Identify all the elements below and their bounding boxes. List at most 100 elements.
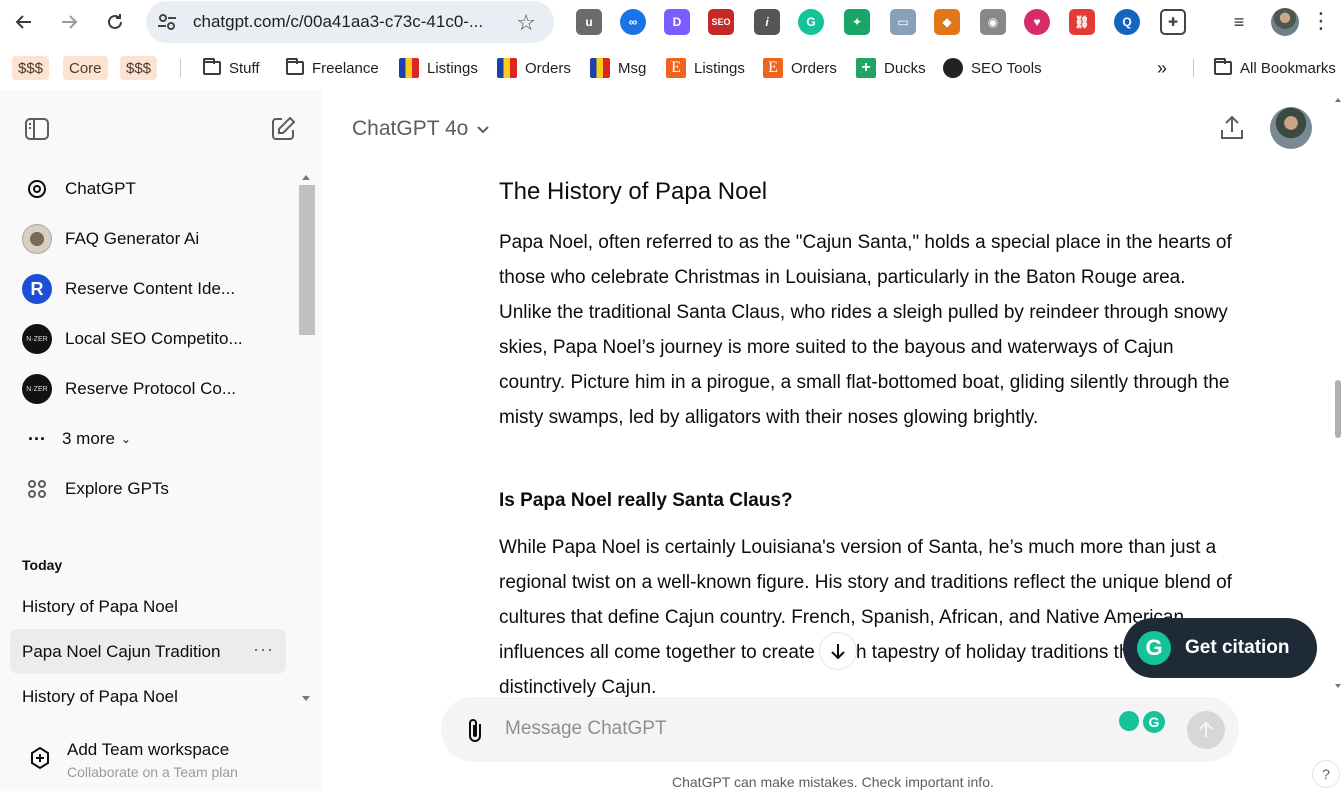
sheets-icon: + xyxy=(856,58,876,78)
bookmark-folder-stuff[interactable]: Stuff xyxy=(203,56,260,80)
brand-logo-icon: N·ZER xyxy=(22,374,52,404)
globe-icon xyxy=(943,58,963,78)
metamask-extension-icon[interactable]: ◆ xyxy=(934,9,960,35)
bookmark-etsy-orders[interactable]: E Orders xyxy=(763,56,837,80)
search-extension-icon[interactable]: Q xyxy=(1114,9,1140,35)
bookmark-chip-1[interactable]: $$$ xyxy=(12,56,50,80)
scroll-to-bottom-button[interactable] xyxy=(819,632,857,670)
bookmark-chip-core[interactable]: Core xyxy=(63,56,108,80)
grammarly-extension-icon[interactable]: G xyxy=(798,9,824,35)
message-composer: Message ChatGPT G xyxy=(441,697,1239,762)
bookmark-folder-freelance[interactable]: Freelance xyxy=(286,56,379,80)
folder-icon xyxy=(203,58,221,75)
arrow-left-icon xyxy=(15,15,31,29)
bookmark-listings[interactable]: Listings xyxy=(399,56,478,80)
all-bookmarks-button[interactable]: All Bookmarks xyxy=(1214,56,1336,80)
sidebar-item-reserve-protocol[interactable]: N·ZER Reserve Protocol Co... xyxy=(22,374,236,404)
bookmark-separator xyxy=(180,59,181,77)
bookmark-orders[interactable]: Orders xyxy=(497,56,571,80)
more-options-icon[interactable]: ··· xyxy=(253,639,274,660)
browser-toolbar: chatgpt.com/c/00a41aa3-c73c-41c0-... ☆ u… xyxy=(0,0,1344,45)
puzzle-extensions-icon[interactable]: ✚ xyxy=(1160,9,1186,35)
user-avatar[interactable] xyxy=(1270,107,1312,149)
info-extension-icon[interactable]: i xyxy=(754,9,780,35)
share-icon[interactable] xyxy=(1218,114,1246,142)
bookmark-star-icon[interactable]: ☆ xyxy=(516,10,536,36)
folder-icon xyxy=(286,58,304,75)
sidebar-item-reserve-content[interactable]: R Reserve Content Ide... xyxy=(22,274,235,304)
folder-icon xyxy=(1214,58,1232,75)
history-item[interactable]: History of Papa Noel xyxy=(10,584,286,629)
sidebar-item-faq-generator[interactable]: FAQ Generator Ai xyxy=(22,224,199,254)
chat-main: ChatGPT 4o The History of Papa Noel Papa… xyxy=(322,90,1344,791)
broken-link-extension-icon[interactable]: ⛓ xyxy=(1069,9,1095,35)
grid-icon xyxy=(22,474,52,504)
openai-logo-icon xyxy=(22,174,52,204)
media-control-icon[interactable]: ≡ xyxy=(1226,9,1252,35)
grammarly-icon: G xyxy=(1143,711,1165,733)
bulb-icon xyxy=(1119,711,1139,731)
bookmark-separator xyxy=(1193,59,1194,77)
get-citation-button[interactable]: G Get citation xyxy=(1123,618,1317,678)
site-settings-icon[interactable] xyxy=(156,11,178,33)
chevron-down-icon xyxy=(477,126,490,134)
sidebar-item-explore-gpts[interactable]: Explore GPTs xyxy=(22,474,169,504)
reload-icon xyxy=(108,14,122,29)
disclaimer-text: ChatGPT can make mistakes. Check importa… xyxy=(672,774,994,790)
ellipsis-icon: ··· xyxy=(28,428,46,449)
message-input[interactable]: Message ChatGPT xyxy=(505,718,667,740)
sidebar-scroll-thumb[interactable] xyxy=(299,185,315,335)
arrow-down-icon xyxy=(831,644,845,660)
camera-extension-icon[interactable]: ◉ xyxy=(980,9,1006,35)
sidebar-toggle-icon[interactable] xyxy=(24,116,50,142)
ublock-extension-icon[interactable]: u xyxy=(576,9,602,35)
favicon-icon xyxy=(399,58,419,78)
forward-button[interactable] xyxy=(53,6,85,38)
history-item-active[interactable]: Papa Noel Cajun Tradition ··· xyxy=(10,629,286,674)
favicon-icon xyxy=(497,58,517,78)
message-subheading: Is Papa Noel really Santa Claus? xyxy=(499,490,793,511)
history-section-label: Today xyxy=(22,557,63,573)
grammarly-widget[interactable]: G xyxy=(1119,711,1165,735)
arrow-right-icon xyxy=(62,15,78,29)
brand-logo-icon: N·ZER xyxy=(22,324,52,354)
message-paragraph: Papa Noel, often referred to as the "Caj… xyxy=(499,232,1232,428)
send-button[interactable] xyxy=(1187,711,1225,749)
sidebar: ChatGPT FAQ Generator Ai R Reserve Conte… xyxy=(0,90,322,791)
favicon-icon xyxy=(590,58,610,78)
profile-avatar[interactable] xyxy=(1271,8,1299,36)
dino-extension-icon[interactable]: ✦ xyxy=(844,9,870,35)
tree-avatar-icon xyxy=(22,224,52,254)
seo-extension-icon[interactable]: SEO xyxy=(708,9,734,35)
address-bar[interactable]: chatgpt.com/c/00a41aa3-c73c-41c0-... ☆ xyxy=(146,1,554,43)
page-scroll-arrows-icon[interactable] xyxy=(1333,94,1344,694)
bookmarks-overflow-button[interactable]: » xyxy=(1157,56,1167,80)
sidebar-item-chatgpt[interactable]: ChatGPT xyxy=(22,174,136,204)
etsy-icon: E xyxy=(666,58,686,78)
message-paragraph: While Papa Noel is certainly Louisiana's… xyxy=(499,537,1232,698)
bookmarks-bar: $$$ Core $$$ Stuff Freelance Listings Or… xyxy=(0,45,1344,90)
d-extension-icon[interactable]: D xyxy=(664,9,690,35)
bookmark-etsy-listings[interactable]: E Listings xyxy=(666,56,745,80)
browser-menu-icon[interactable]: ⋮ xyxy=(1310,8,1332,34)
window-extension-icon[interactable]: ▭ xyxy=(890,9,916,35)
heart-extension-icon[interactable]: ♥ xyxy=(1024,9,1050,35)
arrow-up-icon xyxy=(1199,721,1213,737)
help-button[interactable]: ? xyxy=(1312,760,1340,788)
link-extension-icon[interactable]: ∞ xyxy=(620,9,646,35)
new-chat-icon[interactable] xyxy=(270,116,296,142)
model-selector[interactable]: ChatGPT 4o xyxy=(352,117,490,141)
history-item[interactable]: History of Papa Noel xyxy=(10,674,286,719)
paperclip-icon[interactable] xyxy=(463,716,489,744)
back-button[interactable] xyxy=(8,6,40,38)
team-plus-icon xyxy=(31,746,49,770)
chevron-down-icon: ⌄ xyxy=(120,432,131,446)
bookmark-ducks[interactable]: + Ducks xyxy=(856,56,926,80)
sidebar-item-local-seo[interactable]: N·ZER Local SEO Competito... xyxy=(22,324,243,354)
reload-button[interactable] xyxy=(99,6,131,38)
url-text[interactable]: chatgpt.com/c/00a41aa3-c73c-41c0-... xyxy=(193,12,483,32)
bookmark-chip-2[interactable]: $$$ xyxy=(120,56,158,80)
sidebar-more-button[interactable]: ··· 3 more ⌄ xyxy=(22,424,131,454)
bookmark-msg[interactable]: Msg xyxy=(590,56,646,80)
bookmark-seo-tools[interactable]: SEO Tools xyxy=(943,56,1042,80)
